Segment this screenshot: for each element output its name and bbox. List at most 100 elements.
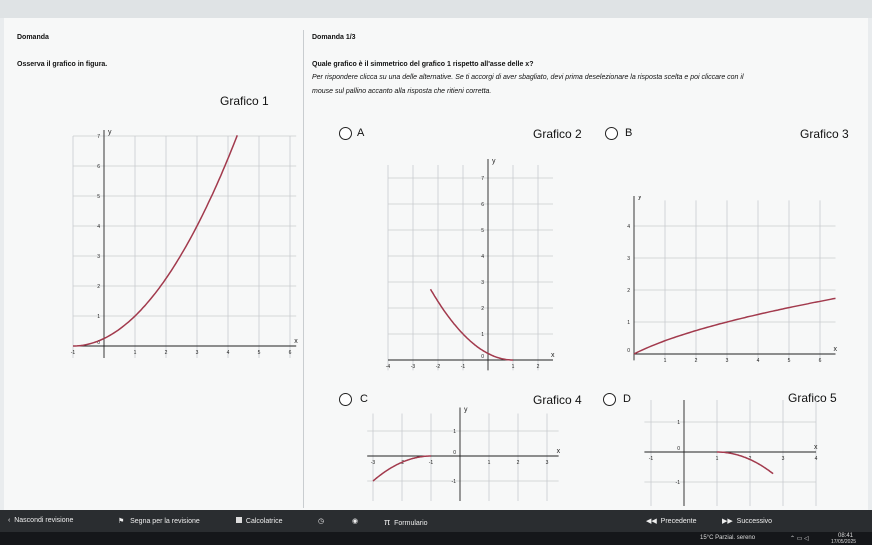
y-tick-label: 4 [481, 254, 484, 260]
x-tick-label: -1 [429, 460, 434, 466]
prev-label: Precedente [660, 518, 697, 525]
option-c-radio[interactable] [339, 393, 352, 406]
x-tick-label: -1 [461, 364, 466, 370]
y-tick-label: 2 [627, 288, 630, 294]
os-taskbar: 15°C Parzial. sereno ⌃ ▭ ◁ 08:41 17/05/2… [0, 532, 872, 545]
x-tick-label: 2 [517, 460, 520, 466]
x-tick-label: 1 [512, 364, 515, 370]
left-header: Domanda [17, 34, 49, 41]
hide-review-label: Nascondi revisione [14, 517, 74, 524]
x-tick-label: 3 [196, 350, 199, 356]
y-tick-label: -1 [452, 479, 457, 485]
y-axis-label: y [638, 196, 642, 200]
y-tick-label: 1 [453, 429, 456, 435]
x-tick-label: -2 [436, 364, 441, 370]
x-axis-label: x [551, 352, 555, 359]
y-tick-label: 6 [97, 164, 100, 170]
x-tick-label: 2 [165, 350, 168, 356]
x-tick-label: 3 [546, 460, 549, 466]
origin-label: 0 [677, 446, 680, 452]
weather-text[interactable]: 15°C Parzial. sereno [700, 535, 755, 541]
y-tick-label: 7 [481, 176, 484, 182]
next-button[interactable]: ▶▶ Successivo [722, 517, 772, 525]
x-tick-label: 1 [488, 460, 491, 466]
x-tick-label: 1 [664, 358, 667, 364]
calculator-label: Calcolatrice [245, 518, 283, 525]
x-axis-label: x [834, 346, 838, 353]
option-b-radio[interactable] [605, 127, 618, 140]
y-tick-label: 2 [97, 284, 100, 290]
forward-icon: ▶▶ [722, 518, 733, 525]
prev-button[interactable]: ◀◀ Precedente [646, 517, 696, 525]
y-axis-label: y [464, 407, 468, 414]
y-tick-label: 4 [627, 224, 630, 230]
option-a-title: Grafico 2 [533, 127, 582, 141]
panel-divider [303, 30, 304, 508]
x-tick-label: 3 [726, 358, 729, 364]
bottom-nav-bar: ‹ Nascondi revisione ⚑ Segna per la revi… [0, 510, 872, 532]
x-tick-label: -1 [71, 350, 76, 356]
graph3-plot: 1 2 3 4 1 2 3 4 5 6 x y 0 [627, 196, 838, 364]
next-label: Successivo [736, 518, 773, 525]
help-line-2: mouse sul pallino accanto alla risposta … [312, 88, 492, 95]
x-tick-label: 5 [258, 350, 261, 356]
calculator-button[interactable]: Calcolatrice [236, 517, 282, 525]
option-a-radio[interactable] [339, 127, 352, 140]
origin-label: 0 [453, 450, 456, 456]
x-tick-label: 6 [819, 358, 822, 364]
origin-label: 0 [627, 348, 630, 354]
clock-icon[interactable]: ◷ [318, 517, 324, 525]
hide-review-button[interactable]: ‹ Nascondi revisione [8, 517, 73, 524]
y-tick-label: 6 [481, 202, 484, 208]
clock-date[interactable]: 17/05/2025 [831, 539, 856, 545]
formulary-button[interactable]: π Formulario [384, 517, 428, 527]
x-axis-label: x [557, 448, 560, 455]
option-c-title: Grafico 4 [533, 393, 582, 407]
y-tick-label: 3 [97, 254, 100, 260]
chevron-left-icon: ‹ [8, 517, 11, 524]
x-axis-label: x [814, 444, 818, 451]
graph2-plot: 1 2 3 4 5 6 7 -4 -3 -2 -1 1 2 x y 0 [386, 158, 555, 371]
help-line-1: Per rispondere clicca su una delle alter… [312, 74, 744, 81]
question-counter: Domanda 1/3 [312, 34, 356, 41]
y-tick-label: 5 [97, 194, 100, 200]
option-b-title: Grafico 3 [800, 127, 849, 141]
flag-icon: ⚑ [118, 518, 125, 525]
instruction-text: Osserva il grafico in figura. [17, 61, 108, 68]
option-d-radio[interactable] [603, 393, 616, 406]
x-tick-label: 4 [757, 358, 760, 364]
x-tick-label: 3 [782, 456, 785, 462]
y-tick-label: 4 [97, 224, 100, 230]
rewind-icon: ◀◀ [646, 518, 657, 525]
question-text: Quale grafico è il simmetrico del grafic… [312, 61, 534, 68]
tray-icons[interactable]: ⌃ ▭ ◁ [790, 535, 809, 542]
y-tick-label: 2 [481, 306, 484, 312]
x-axis-label: x [294, 338, 298, 345]
pi-icon: π [384, 517, 391, 527]
x-tick-label: 4 [815, 456, 818, 462]
origin-label: 0 [481, 354, 484, 360]
target-icon[interactable]: ◉ [352, 517, 358, 525]
y-tick-label: 3 [627, 256, 630, 262]
x-tick-label: 2 [537, 364, 540, 370]
mark-review-button[interactable]: ⚑ Segna per la revisione [118, 517, 200, 525]
y-tick-label: 1 [481, 332, 484, 338]
graph1-plot: 1234567-1 1 2 3 4 5 6xy0 [71, 129, 298, 358]
function-curve [429, 288, 513, 361]
mark-review-label: Segna per la revisione [130, 518, 200, 525]
x-tick-label: 2 [695, 358, 698, 364]
formulary-label: Formulario [394, 520, 428, 527]
graph5-plot: -11-11234xy0 [644, 400, 818, 506]
x-tick-label: -3 [371, 460, 376, 466]
window-top-strip [0, 0, 872, 18]
graph1-title: Grafico 1 [220, 94, 269, 108]
y-tick-label: 3 [481, 280, 484, 286]
y-tick-label: 1 [627, 320, 630, 326]
y-tick-label: 1 [677, 420, 680, 426]
graph4-plot: -11-3 -2 -1 1 2 3xy0 [367, 407, 560, 501]
option-a-letter: A [357, 127, 365, 139]
x-tick-label: 4 [227, 350, 230, 356]
x-tick-label: 5 [788, 358, 791, 364]
y-axis-label: y [492, 158, 496, 165]
function-curve [633, 297, 836, 355]
